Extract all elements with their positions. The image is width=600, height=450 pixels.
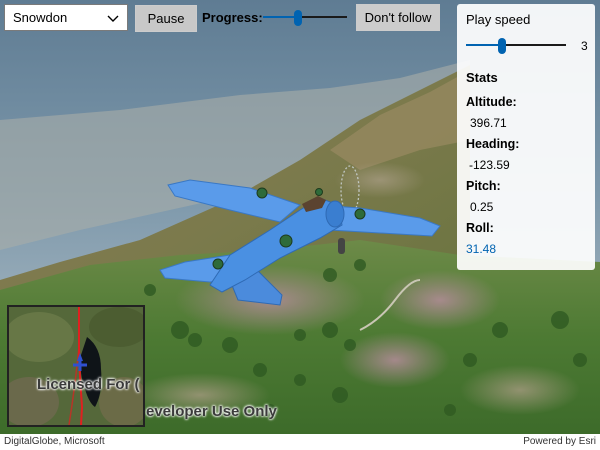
- stats-panel: Play speed 3 Stats Altitude: 396.71 Head…: [457, 4, 595, 270]
- altitude-label: Altitude:: [466, 95, 517, 109]
- play-speed-slider-thumb[interactable]: [498, 38, 506, 54]
- play-speed-label: Play speed: [466, 12, 531, 27]
- stats-heading: Stats: [466, 70, 498, 85]
- progress-slider-thumb[interactable]: [294, 10, 302, 26]
- progress-slider-fill: [263, 16, 298, 18]
- route-dropdown[interactable]: Snowdon: [4, 4, 128, 31]
- pitch-label: Pitch:: [466, 179, 501, 193]
- chevron-down-icon: [107, 15, 119, 22]
- route-dropdown-value: Snowdon: [13, 10, 68, 25]
- inset-map[interactable]: Licensed For (: [7, 305, 145, 427]
- pause-button[interactable]: Pause: [135, 5, 197, 32]
- altitude-value: 396.71: [470, 116, 507, 130]
- heading-value: -123.59: [469, 158, 510, 172]
- roll-label: Roll:: [466, 221, 494, 235]
- license-watermark: eveloper Use Only: [146, 403, 277, 420]
- inset-license-watermark: Licensed For (: [37, 376, 140, 393]
- attribution-bar: DigitalGlobe, Microsoft Powered by Esri: [0, 434, 600, 450]
- progress-label: Progress:: [202, 10, 263, 25]
- esri-attribution[interactable]: Powered by Esri: [523, 436, 596, 447]
- heading-label: Heading:: [466, 137, 520, 151]
- play-speed-row: 3: [466, 37, 590, 55]
- inset-map-imagery: [9, 307, 143, 425]
- roll-value: 31.48: [466, 242, 497, 256]
- play-speed-slider-fill: [466, 44, 502, 46]
- imagery-attribution: DigitalGlobe, Microsoft: [4, 436, 105, 447]
- play-speed-value: 3: [581, 39, 588, 53]
- play-speed-slider[interactable]: [466, 38, 566, 54]
- progress-slider[interactable]: [263, 10, 347, 26]
- pitch-value: 0.25: [470, 200, 494, 214]
- follow-toggle-button[interactable]: Don't follow: [356, 4, 440, 31]
